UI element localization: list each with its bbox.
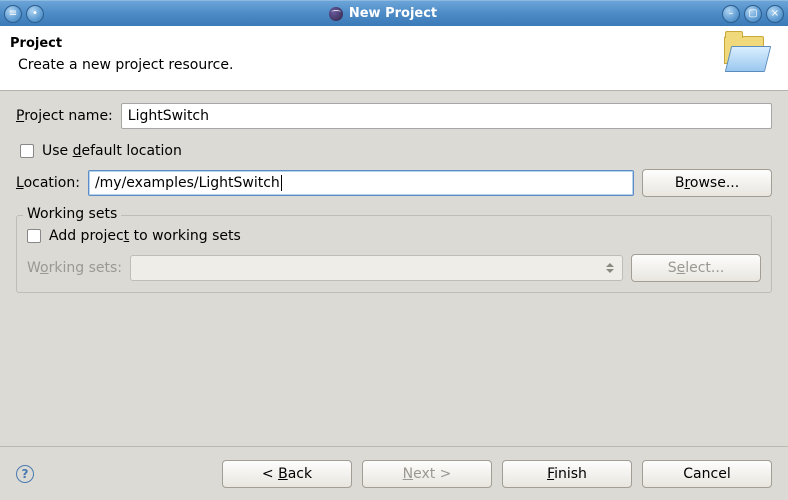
add-to-working-sets-checkbox[interactable] bbox=[27, 229, 41, 243]
window-title: New Project bbox=[44, 6, 722, 21]
working-sets-combo-label: Working sets: bbox=[27, 260, 122, 276]
back-button[interactable]: < Back bbox=[222, 460, 352, 488]
help-icon[interactable]: ? bbox=[16, 465, 34, 483]
window-title-text: New Project bbox=[349, 6, 437, 21]
window-menu-button[interactable]: ≡ bbox=[4, 5, 22, 23]
wizard-header: Project Create a new project resource. bbox=[0, 26, 788, 91]
location-input[interactable]: /my/examples/LightSwitch bbox=[88, 170, 634, 196]
eclipse-icon bbox=[329, 7, 343, 21]
working-sets-legend: Working sets bbox=[23, 206, 121, 222]
working-sets-combo bbox=[130, 255, 623, 281]
maximize-button[interactable]: ▢ bbox=[744, 5, 762, 23]
window-titlebar: ≡ • New Project – ▢ × bbox=[0, 0, 788, 26]
wizard-content: Project name: Use default location Locat… bbox=[0, 91, 788, 293]
add-to-working-sets-label: Add project to working sets bbox=[49, 228, 241, 244]
project-name-label: Project name: bbox=[16, 108, 113, 124]
use-default-location-checkbox[interactable] bbox=[20, 144, 34, 158]
page-description: Create a new project resource. bbox=[18, 57, 233, 73]
text-cursor bbox=[281, 175, 282, 191]
cancel-button[interactable]: Cancel bbox=[642, 460, 772, 488]
project-name-input[interactable] bbox=[121, 103, 772, 129]
location-label: Location: bbox=[16, 175, 80, 191]
close-button[interactable]: × bbox=[766, 5, 784, 23]
select-working-sets-button: Select... bbox=[631, 254, 761, 282]
wizard-footer: ? < Back Next > Finish Cancel bbox=[0, 446, 788, 500]
combo-arrows-icon bbox=[606, 260, 616, 276]
folder-open-icon bbox=[722, 36, 770, 76]
working-sets-group: Working sets Add project to working sets… bbox=[16, 215, 772, 293]
window-sticky-button[interactable]: • bbox=[26, 5, 44, 23]
use-default-location-label: Use default location bbox=[42, 143, 182, 159]
finish-button[interactable]: Finish bbox=[502, 460, 632, 488]
page-title: Project bbox=[10, 36, 233, 51]
minimize-button[interactable]: – bbox=[722, 5, 740, 23]
next-button: Next > bbox=[362, 460, 492, 488]
browse-button[interactable]: Browse... bbox=[642, 169, 772, 197]
